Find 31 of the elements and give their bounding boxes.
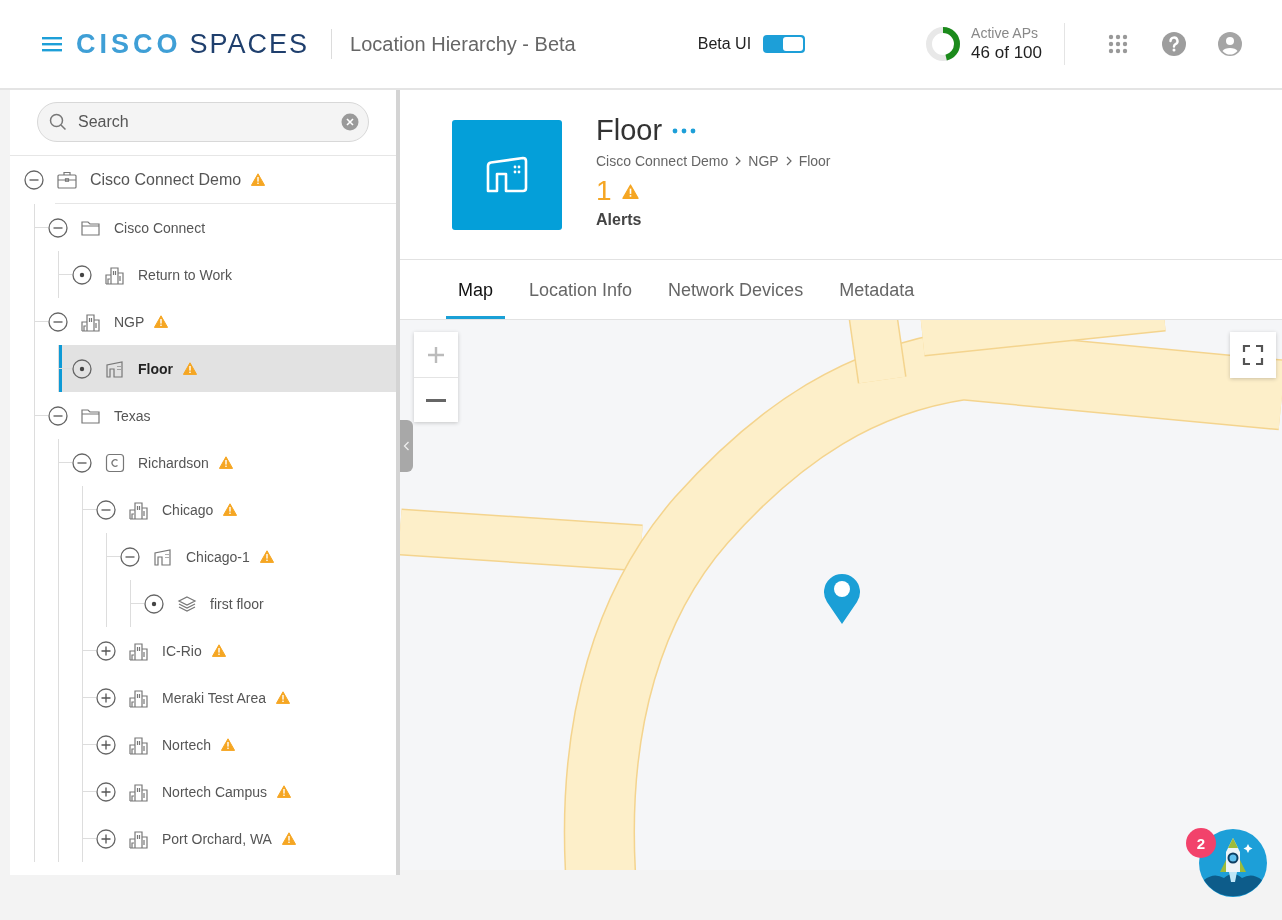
gauge-label: Active APs [971,25,1039,41]
tree-item[interactable]: NGP [35,298,396,345]
breadcrumb-link[interactable]: Floor [798,153,831,169]
tree-item[interactable]: Port Orchard, WA [83,815,396,862]
breadcrumb-link[interactable]: NGP [748,153,779,169]
tree-item[interactable]: Chicago [83,486,396,533]
tab[interactable]: Network Devices [656,260,816,319]
gauge-value: 46 of 100 [971,43,1042,63]
tree-item[interactable]: first floor [131,580,396,627]
tab[interactable]: Location Info [517,260,645,319]
logo-text: SPACES [189,28,310,60]
tree-item[interactable]: Texas [35,392,396,439]
tree-item[interactable]: Cisco Connect Demo [24,156,396,203]
page-title: Location Hierarchy - Beta [350,32,576,56]
tree-item[interactable]: Nortech Campus [83,768,396,815]
tab[interactable]: Metadata [827,260,927,319]
tree-item[interactable]: Nortech [83,721,396,768]
breadcrumb-link[interactable]: Cisco Connect Demo [596,153,729,169]
location-title: Floor [596,114,663,147]
tree-item[interactable]: Richardson [59,439,396,486]
search-field[interactable]: Search [37,102,369,142]
tree-item[interactable]: Return to Work [59,251,396,298]
tree-item[interactable]: Meraki Test Area [83,674,396,721]
tree-item[interactable]: Floor [59,345,396,392]
toggle-label: Beta UI [697,35,752,53]
tree-item[interactable]: Chicago-1 [107,533,396,580]
alert-label: Alerts [596,211,643,229]
tree-item[interactable]: Cisco Connect [35,204,396,251]
alert-count: 1 [596,175,612,207]
logo-text: CISCO [76,28,182,60]
tree-item[interactable]: IC-Rio [83,627,396,674]
